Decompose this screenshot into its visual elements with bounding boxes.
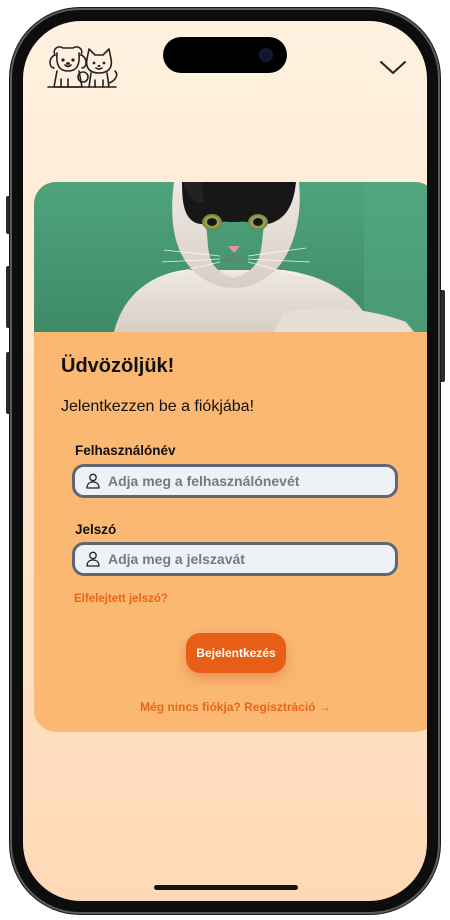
login-subtitle: Jelentkezzen be a fiókjába! <box>61 398 255 415</box>
cat-photo <box>34 182 427 332</box>
app-screen: Üdvözöljük! Jelentkezzen be a fiókjába! … <box>23 21 427 901</box>
front-camera <box>259 48 273 62</box>
login-button[interactable]: Bejelentkezés <box>186 633 286 673</box>
chevron-down-icon[interactable] <box>379 57 407 77</box>
username-input[interactable] <box>108 467 388 495</box>
dynamic-island <box>163 37 287 73</box>
user-icon <box>86 551 100 567</box>
password-label: Jelszó <box>75 522 117 537</box>
password-field[interactable] <box>72 542 398 576</box>
username-field[interactable] <box>72 464 398 498</box>
phone-frame: Üdvözöljük! Jelentkezzen be a fiókjába! … <box>10 8 440 914</box>
user-icon <box>86 473 100 489</box>
password-input[interactable] <box>108 545 388 573</box>
dog-and-cat-logo-icon[interactable] <box>43 41 121 91</box>
home-indicator[interactable] <box>154 885 298 890</box>
welcome-heading: Üdvözöljük! <box>61 355 175 377</box>
register-link[interactable]: Még nincs fiókja? Regisztráció → <box>34 700 427 714</box>
login-card: Üdvözöljük! Jelentkezzen be a fiókjába! … <box>34 182 427 732</box>
username-label: Felhasználónév <box>75 443 176 458</box>
forgot-password-link[interactable]: Elfelejtett jelszó? <box>74 593 168 605</box>
